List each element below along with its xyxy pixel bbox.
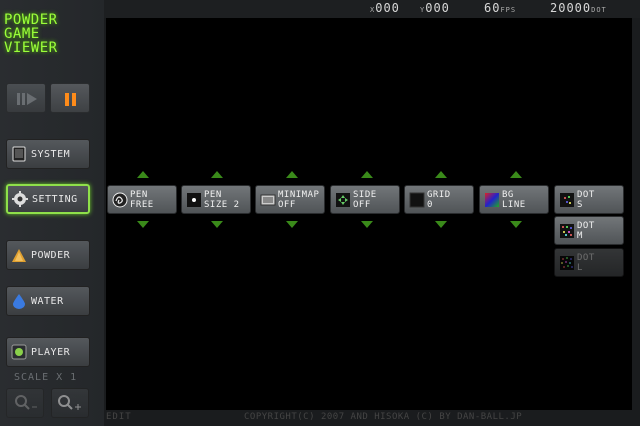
- grid-tile[interactable]: GRID 0: [404, 185, 474, 214]
- step-play-icon: [17, 93, 37, 105]
- setting-button[interactable]: SETTING: [6, 184, 90, 214]
- logo-line-3: VIEWER: [4, 40, 58, 56]
- app-logo: POWDER GAME VIEWER: [4, 13, 100, 55]
- pen-size-arrow-down[interactable]: [211, 221, 223, 228]
- minimap-arrow-up[interactable]: [286, 171, 298, 178]
- logo-line-2: GAME: [4, 26, 40, 42]
- pause-icon: [65, 93, 76, 106]
- powder-button[interactable]: POWDER: [6, 240, 90, 270]
- pen-swirl-icon: [112, 192, 128, 208]
- status-bar: X000 Y000 60FPS 20000DOT: [104, 0, 640, 18]
- zoom-in-icon: [58, 395, 81, 410]
- dot-count-readout: 20000DOT: [550, 1, 607, 15]
- step-play-button[interactable]: [6, 83, 46, 113]
- grid-icon: [409, 192, 425, 208]
- edit-label[interactable]: EDIT: [106, 412, 132, 422]
- water-drop-icon: [11, 293, 27, 309]
- bg-line-icon: [484, 192, 500, 208]
- scale-label: SCALE X 1: [14, 372, 78, 383]
- player-icon: [11, 344, 27, 360]
- pen-mode-tile[interactable]: PEN FREE: [107, 185, 177, 214]
- gear-icon: [12, 191, 28, 207]
- minimap-arrow-down[interactable]: [286, 221, 298, 228]
- player-button[interactable]: PLAYER: [6, 337, 90, 367]
- dot-medium-icon: [559, 223, 575, 239]
- grid-arrow-down[interactable]: [435, 221, 447, 228]
- cursor-y-readout: Y000: [420, 1, 450, 15]
- dot-s-tile[interactable]: DOT S: [554, 185, 624, 214]
- bg-arrow-up[interactable]: [510, 171, 522, 178]
- fps-readout: 60FPS: [484, 1, 517, 15]
- side-arrow-down[interactable]: [361, 221, 373, 228]
- cursor-x-readout: X000: [370, 1, 400, 15]
- copyright-text: COPYRIGHT(C) 2007 AND HISOKA (C) BY DAN-…: [244, 412, 523, 422]
- grid-arrow-up[interactable]: [435, 171, 447, 178]
- player-label: PLAYER: [31, 346, 71, 358]
- zoom-out-button[interactable]: [6, 388, 44, 418]
- tablet-icon: [11, 146, 27, 162]
- dot-m-tile[interactable]: DOT M: [554, 216, 624, 245]
- system-label: SYSTEM: [31, 148, 71, 160]
- minimap-tile[interactable]: MINIMAP OFF: [255, 185, 325, 214]
- system-button[interactable]: SYSTEM: [6, 139, 90, 169]
- dot-l-tile[interactable]: DOT L: [554, 248, 624, 277]
- dot-large-icon: [559, 255, 575, 271]
- sidebar: POWDER GAME VIEWER SYSTEM SETTING POWDER: [0, 0, 104, 426]
- powder-label: POWDER: [31, 249, 71, 261]
- pen-arrow-up[interactable]: [137, 171, 149, 178]
- game-canvas[interactable]: [106, 18, 632, 410]
- bg-arrow-down[interactable]: [510, 221, 522, 228]
- side-arrows-icon: [335, 192, 351, 208]
- pen-size-arrow-up[interactable]: [211, 171, 223, 178]
- side-tile[interactable]: SIDE OFF: [330, 185, 400, 214]
- bottom-bar: EDIT COPYRIGHT(C) 2007 AND HISOKA (C) BY…: [104, 410, 640, 426]
- water-label: WATER: [31, 295, 64, 307]
- bg-tile[interactable]: BG LINE: [479, 185, 549, 214]
- side-arrow-up[interactable]: [361, 171, 373, 178]
- zoom-in-button[interactable]: [51, 388, 89, 418]
- dot-small-icon: [559, 192, 575, 208]
- powder-pile-icon: [11, 247, 27, 263]
- logo-line-1: POWDER: [4, 12, 58, 28]
- pause-button[interactable]: [50, 83, 90, 113]
- pen-arrow-down[interactable]: [137, 221, 149, 228]
- water-button[interactable]: WATER: [6, 286, 90, 316]
- minimap-icon: [260, 192, 276, 208]
- pen-dot-icon: [186, 192, 202, 208]
- pen-size-tile[interactable]: PEN SIZE 2: [181, 185, 251, 214]
- zoom-out-icon: [15, 395, 37, 410]
- setting-label: SETTING: [32, 193, 78, 205]
